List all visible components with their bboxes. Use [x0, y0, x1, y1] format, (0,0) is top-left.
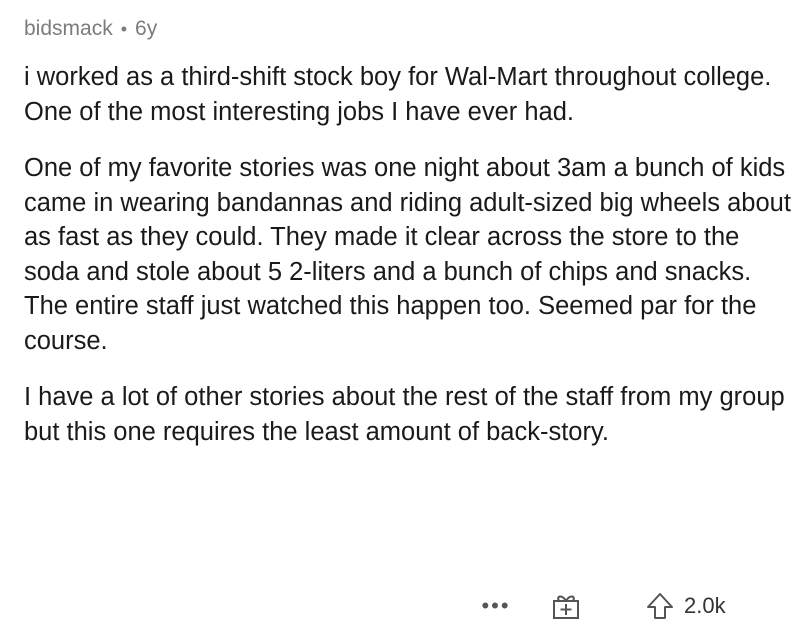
meta-separator: •: [120, 19, 128, 39]
upvote-arrow-icon: [647, 593, 673, 619]
comment-paragraph: i worked as a third-shift stock boy for …: [24, 63, 772, 126]
comment-meta: bidsmack • 6y: [24, 14, 794, 44]
more-options-button[interactable]: •••: [476, 584, 516, 628]
comment-body: i worked as a third-shift stock boy for …: [24, 60, 794, 449]
comment-age: 6y: [135, 17, 158, 40]
comment-paragraph: I have a lot of other stories about the …: [24, 383, 785, 446]
gift-icon: [553, 595, 579, 619]
more-options-icon: •••: [481, 593, 511, 618]
vote-score: 2.0k: [684, 593, 726, 618]
comment-author[interactable]: bidsmack: [24, 14, 113, 44]
comment: bidsmack • 6y i worked as a third-shift …: [24, 14, 794, 471]
upvote-button[interactable]: [638, 584, 682, 628]
comment-paragraph: One of my favorite stories was one night…: [24, 154, 791, 355]
award-button[interactable]: [544, 584, 588, 628]
